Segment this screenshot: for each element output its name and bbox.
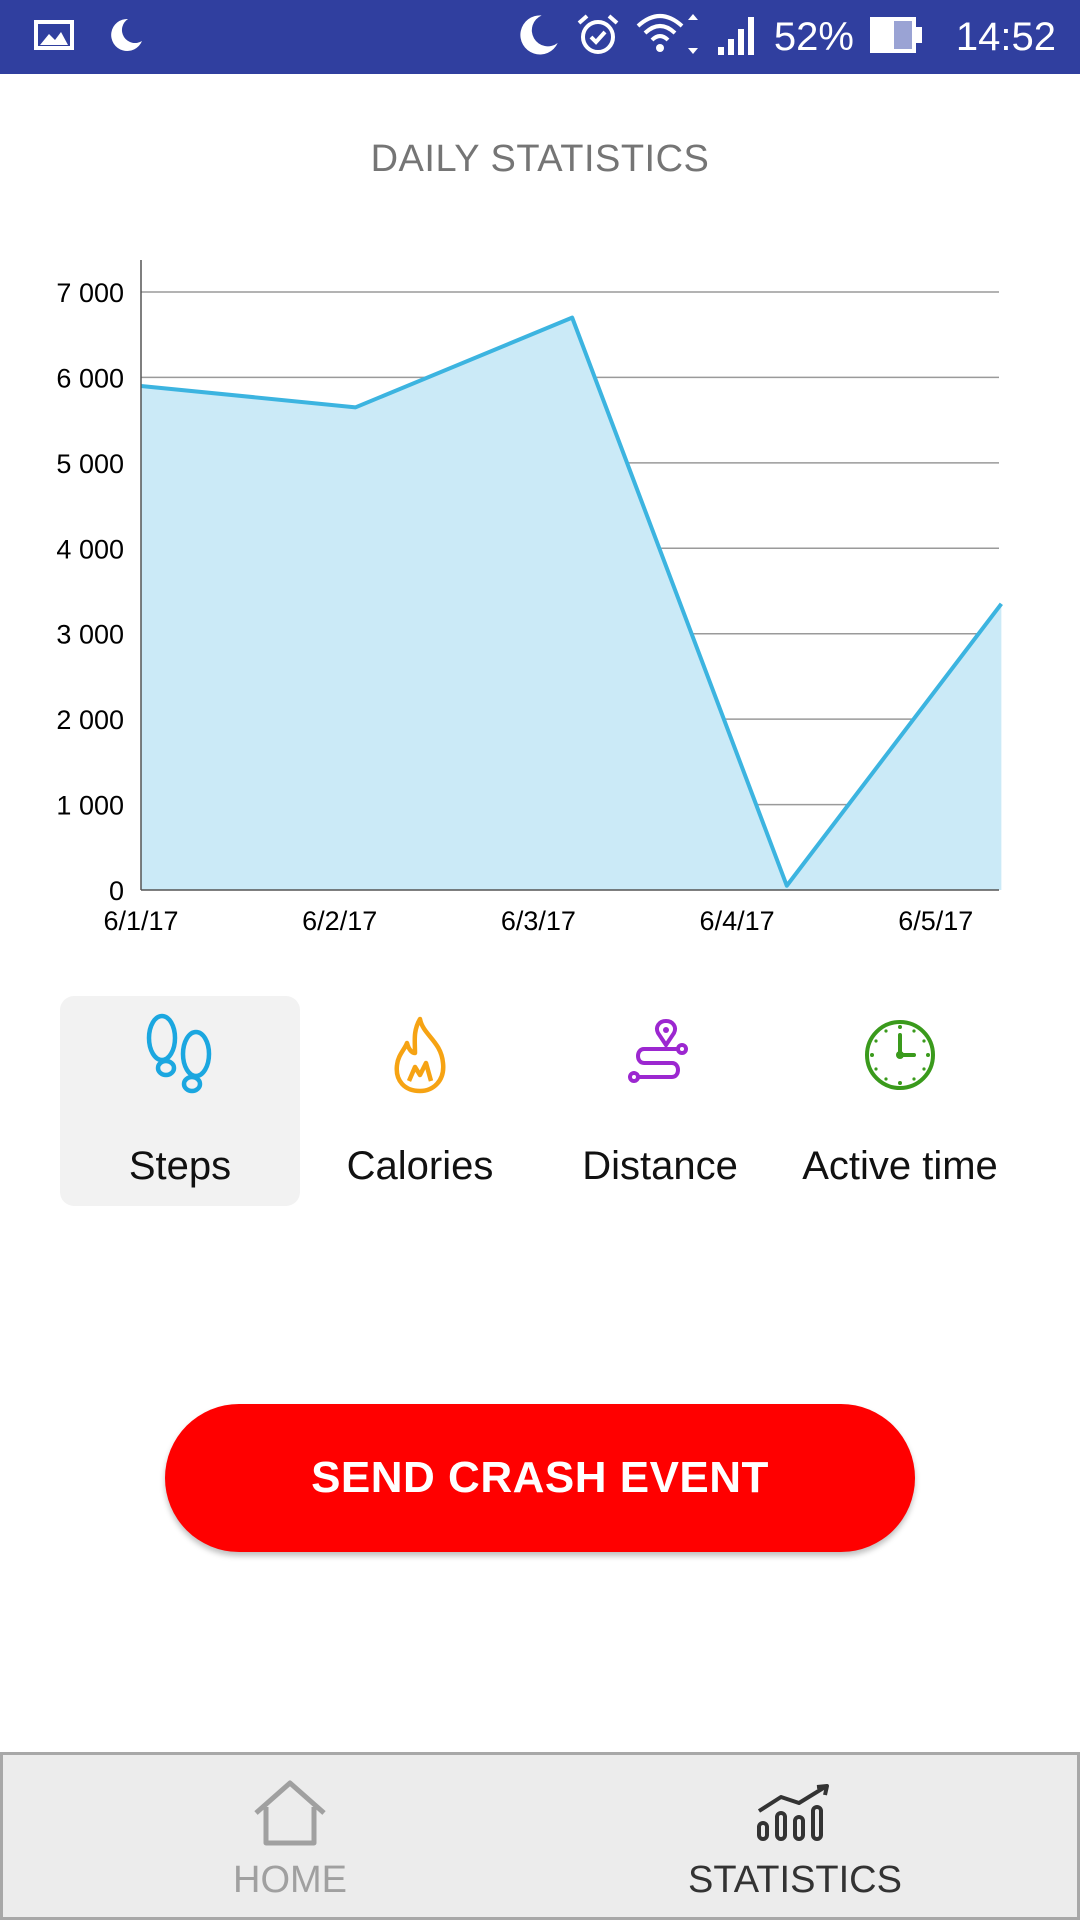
battery-percent: 52% bbox=[773, 15, 854, 59]
clock-time: 14:52 bbox=[955, 15, 1056, 59]
battery-icon bbox=[868, 15, 924, 60]
x-tick-label: 6/5/17 bbox=[898, 906, 973, 936]
send-crash-event-button[interactable]: SEND CRASH EVENT bbox=[165, 1404, 915, 1552]
wifi-icon bbox=[636, 12, 702, 63]
x-tick-label: 6/2/17 bbox=[302, 906, 377, 936]
statistics-icon bbox=[755, 1777, 835, 1849]
chart-area bbox=[140, 315, 1003, 891]
moon-icon bbox=[514, 12, 560, 63]
y-axis-ticks: 0 1 000 2 000 3 000 4 000 5 000 6 000 7 000 bbox=[56, 278, 124, 906]
x-tick-label: 6/3/17 bbox=[501, 906, 576, 936]
y-tick-label: 6 000 bbox=[56, 363, 124, 393]
y-tick-label: 3 000 bbox=[56, 620, 124, 650]
moon-icon bbox=[104, 15, 144, 60]
y-tick-label: 4 000 bbox=[56, 534, 124, 564]
tab-steps-label: Steps bbox=[128, 1144, 232, 1188]
tab-calories-label: Calories bbox=[346, 1144, 494, 1188]
metric-tabs: Steps Calories Distance Active time bbox=[60, 996, 1020, 1206]
y-tick-label: 7 000 bbox=[56, 278, 124, 308]
signal-icon bbox=[716, 13, 760, 62]
tab-distance-label: Distance bbox=[582, 1144, 738, 1188]
tab-active-time-label: Active time bbox=[802, 1144, 998, 1188]
footsteps-icon bbox=[140, 1010, 220, 1100]
page-title: DAILY STATISTICS bbox=[370, 138, 710, 180]
tab-steps[interactable]: Steps bbox=[60, 996, 300, 1206]
steps-area-chart: 0 1 000 2 000 3 000 4 000 5 000 6 000 7 000 6/1… bbox=[56, 260, 1003, 936]
alarm-icon bbox=[574, 11, 622, 64]
y-tick-label: 2 000 bbox=[56, 705, 124, 735]
x-tick-label: 6/4/17 bbox=[700, 906, 775, 936]
status-bar: 52% 14:52 bbox=[0, 0, 1080, 74]
tab-distance[interactable]: Distance bbox=[540, 996, 780, 1206]
route-icon bbox=[620, 1010, 700, 1100]
y-tick-label: 5 000 bbox=[56, 449, 124, 479]
y-tick-label: 0 bbox=[109, 876, 124, 906]
flame-icon bbox=[385, 1010, 455, 1100]
nav-statistics[interactable]: STATISTICS bbox=[665, 1755, 925, 1917]
bottom-navigation: HOME STATISTICS bbox=[0, 1752, 1080, 1920]
clock-icon bbox=[860, 1010, 940, 1100]
nav-home-label: HOME bbox=[233, 1859, 347, 1901]
x-tick-label: 6/1/17 bbox=[103, 906, 178, 936]
nav-home[interactable]: HOME bbox=[190, 1755, 390, 1917]
nav-statistics-label: STATISTICS bbox=[688, 1859, 902, 1901]
area-fill bbox=[141, 317, 1002, 891]
tab-calories[interactable]: Calories bbox=[300, 996, 540, 1206]
tab-active-time[interactable]: Active time bbox=[780, 996, 1020, 1206]
y-tick-label: 1 000 bbox=[56, 791, 124, 821]
x-axis-ticks: 6/1/17 6/2/17 6/3/17 6/4/17 6/5/17 bbox=[103, 906, 973, 936]
home-icon bbox=[252, 1777, 328, 1849]
gallery-icon bbox=[34, 18, 74, 57]
